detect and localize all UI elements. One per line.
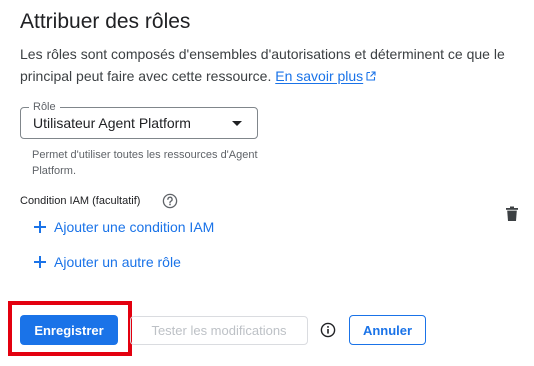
add-iam-condition-button[interactable]: Ajouter une condition IAM bbox=[33, 217, 214, 237]
role-hint: Permet d'utiliser toutes les ressources … bbox=[32, 149, 258, 177]
description-text: Les rôles sont composés d'ensembles d'au… bbox=[20, 46, 505, 84]
condition-label: Condition IAM (facultatif) bbox=[20, 195, 141, 207]
open-in-new-icon bbox=[366, 71, 376, 81]
test-changes-button: Tester les modifications bbox=[130, 316, 308, 345]
role-select-value: Utilisateur Agent Platform bbox=[33, 115, 191, 131]
learn-more-link[interactable]: En savoir plus bbox=[275, 68, 376, 84]
learn-more-label: En savoir plus bbox=[275, 68, 364, 84]
role-select-label: Rôle bbox=[29, 100, 60, 114]
trash-icon[interactable] bbox=[503, 205, 521, 223]
dialog-description: Les rôles sont composés d'ensembles d'au… bbox=[20, 43, 525, 87]
add-iam-condition-label: Ajouter une condition IAM bbox=[54, 219, 215, 235]
add-another-role-label: Ajouter un autre rôle bbox=[54, 254, 181, 270]
info-icon[interactable] bbox=[320, 322, 336, 338]
plus-icon bbox=[34, 221, 46, 233]
dialog-title: Attribuer des rôles bbox=[20, 10, 191, 33]
dropdown-arrow-icon bbox=[232, 121, 242, 126]
add-another-role-button[interactable]: Ajouter un autre rôle bbox=[33, 252, 181, 272]
cancel-button[interactable]: Annuler bbox=[349, 315, 426, 345]
plus-icon bbox=[34, 256, 46, 268]
role-select[interactable]: Rôle Utilisateur Agent Platform bbox=[20, 100, 258, 139]
help-circle-icon[interactable] bbox=[162, 193, 178, 209]
save-button[interactable]: Enregistrer bbox=[20, 315, 118, 345]
